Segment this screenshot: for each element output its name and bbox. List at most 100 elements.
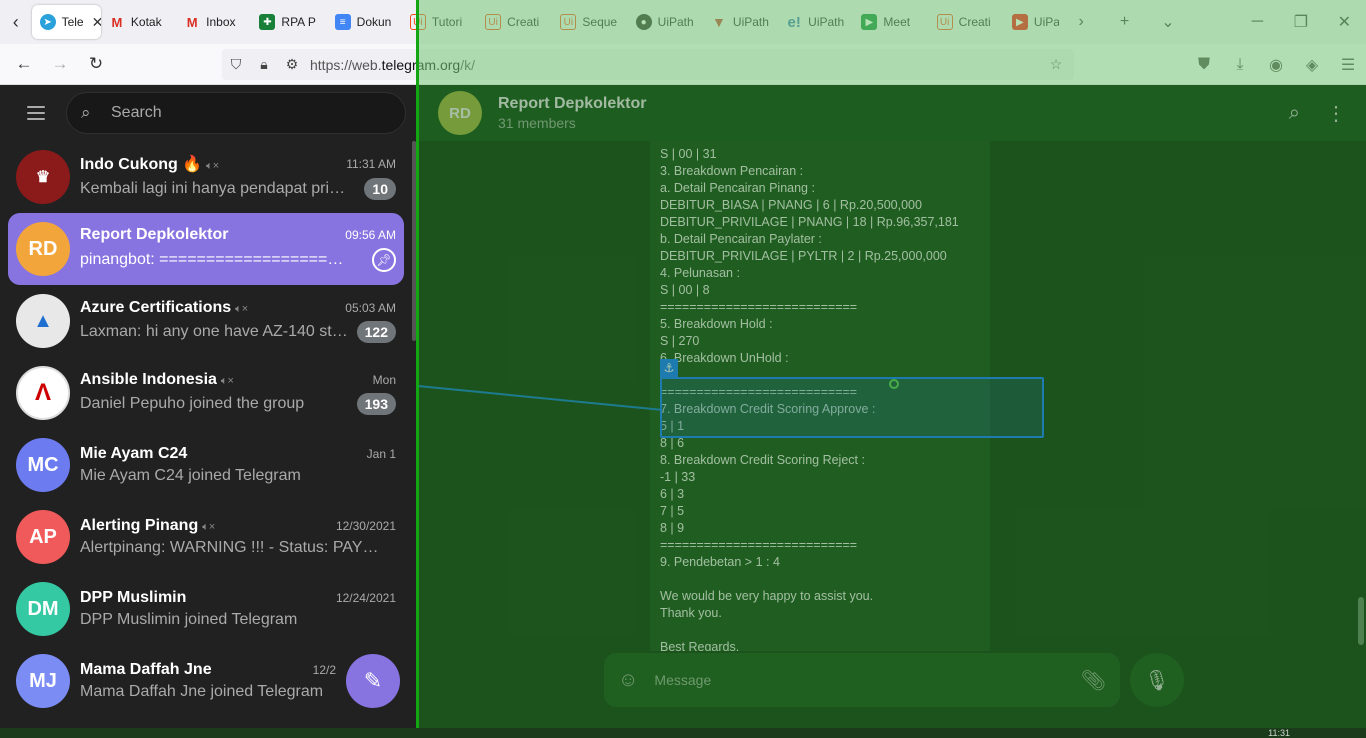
tab-label: UiPath [808,15,845,29]
chat-item-alerting-pinang[interactable]: AP Alerting Pinang 🔈︎× 12/30/2021 Alertpi… [8,501,404,573]
tab-kotak[interactable]: M Kotak [101,5,176,39]
url-text[interactable]: https://web.telegram.org/k/ [310,57,475,73]
taskbar [0,728,1366,738]
tab-creating[interactable]: Ui Creati [477,5,552,39]
chat-preview: Daniel Pepuho joined the group [80,395,305,412]
tab-uipath-v[interactable]: ▼ UiPath [703,5,778,39]
url-host: telegram.org [381,56,461,73]
chat-time: 11:31 AM [346,157,396,171]
chat-item-ansible-indonesia[interactable]: Λ Ansible Indonesia 🔈︎× Mon Daniel Pepuho… [8,357,404,429]
address-bar[interactable]: ⛉ 🔒︎ ⚙︎ https://web.telegram.org/k/ ☆ [222,49,1074,80]
pocket-icon[interactable]: ⛊ [1186,56,1222,74]
tab-uipath-github[interactable]: ● UiPath [628,5,703,39]
search-icon[interactable]: ⌕ [1289,102,1300,125]
tab-label: Creati [507,15,540,29]
message-line: 3. Breakdown Pencairan : [660,164,804,178]
chat-item-indo-cukong[interactable]: ♛ Indo Cukong 🔥 🔈︎× 11:31 AM Kembali lagi… [8,141,404,213]
tab-scroll-right-icon[interactable]: › [1059,13,1102,31]
emoji-icon[interactable]: ☺ [618,669,638,692]
restore-icon[interactable]: ❐ [1279,12,1322,32]
uipath-icon: Ui [485,14,502,30]
tab-meet[interactable]: ▶ Meet [853,5,928,39]
chat-item-mie-ayam[interactable]: MC Mie Ayam C24 Jan 1 Mie Ayam C24 joine… [8,429,404,501]
message-line: =========================== [660,538,858,552]
microphone-icon: 🎙︎ [1144,669,1170,692]
chat-header[interactable]: RD Report Depkolektor 31 members ⌕ ⋮ [418,85,1366,141]
microphone-button[interactable]: 🎙︎ [1130,653,1184,707]
avatar: RD [16,222,70,276]
chat-item-mama-daffah[interactable]: MJ Mama Daffah Jne 12/2 Mama Daffah Jne … [8,645,404,717]
download-icon[interactable]: ⤓ [1222,56,1258,74]
tab-scroll-left-icon[interactable]: ‹ [0,0,32,44]
bookmark-star-icon[interactable]: ☆ [1042,56,1070,73]
navigation-bar: ← → ↻ ⛉ 🔒︎ ⚙︎ https://web.telegram.org/k… [0,44,1366,85]
minimize-icon[interactable]: ─ [1236,13,1279,31]
toolbar-right: ⛊ ⤓ ◉ ◈ ☰ [1186,44,1366,85]
search-input[interactable]: ⌕ Search [66,92,406,134]
message-input[interactable]: Message [654,672,1080,688]
message-line [660,622,980,639]
tab-youtube[interactable]: ▶ UiPa [1004,5,1059,39]
chat-time: 05:03 AM [345,301,396,315]
tab-sequence[interactable]: Ui Seque [552,5,627,39]
tab-uipath-e[interactable]: e! UiPath [778,5,853,39]
permissions-icon[interactable]: ⚙︎ [278,56,306,73]
chat-name: Mie Ayam C24 [80,445,188,462]
unread-badge: 193 [356,393,396,415]
selection-box[interactable] [660,377,1044,438]
more-options-icon[interactable]: ⋮ [1326,101,1346,126]
chat-name: Azure Certifications [80,299,232,316]
chat-time: Mon [372,373,396,387]
chat-item-dpp-muslimin[interactable]: DM DPP Muslimin 12/24/2021 DPP Muslimin … [8,573,404,645]
pin-icon: 📌︎ [372,248,396,272]
chat-time: 12/24/2021 [335,591,396,605]
tab-creating-2[interactable]: Ui Creati [929,5,1004,39]
tab-inbox[interactable]: M Inbox [176,5,251,39]
tab-dokumen[interactable]: ≡ Dokun [327,5,402,39]
chat-name: Report Depkolektor [80,226,229,243]
message-line [660,571,980,588]
tab-label: Seque [582,15,618,29]
chat-preview: Laxman: hi any one have AZ-140 study [80,323,350,340]
telegram-icon: ➤ [39,14,56,30]
tab-label: UiPath [732,15,769,29]
forward-icon[interactable]: → [42,54,78,74]
tab-list-icon[interactable]: ⌄ [1146,12,1189,32]
back-icon[interactable]: ← [6,54,42,74]
new-tab-icon[interactable]: + [1103,13,1146,31]
message-line: 8. Breakdown Credit Scoring Reject : [660,453,865,467]
anchor-icon[interactable]: ⚓︎ [660,359,678,377]
chat-scrollbar[interactable] [1358,597,1364,645]
muted-icon: 🔈︎× [206,160,220,172]
tab-telegram[interactable]: ➤ Tele ✕ [31,5,101,39]
rotate-handle[interactable] [889,379,899,389]
chat-item-azure-certifications[interactable]: ▲ Azure Certifications 🔈︎× 05:03 AM Laxma… [8,285,404,357]
muted-icon: 🔈︎× [202,521,216,533]
hamburger-menu-icon[interactable] [12,93,60,133]
message-line: 5. Breakdown Hold : [660,317,773,331]
muted-icon: 🔈︎× [220,375,234,387]
group-avatar[interactable]: RD [438,91,482,135]
attach-icon[interactable]: 📎︎ [1081,668,1106,693]
tab-tutorial[interactable]: Ui Tutori [402,5,477,39]
split-divider [416,0,419,738]
tab-label: Tele [61,15,84,29]
tab-rpa[interactable]: ✚ RPA P [251,5,326,39]
chat-item-report-depkolektor[interactable]: RD Report Depkolektor 09:56 AM pinangbot… [8,213,404,285]
extension-eye-icon[interactable]: ◈ [1294,55,1330,75]
window-close-icon[interactable]: ✕ [1323,12,1366,32]
app-menu-icon[interactable]: ☰ [1330,55,1366,75]
reload-icon[interactable]: ↻ [78,54,114,74]
shield-icon[interactable]: ⛉ [222,56,250,73]
close-icon[interactable]: ✕ [92,14,101,31]
message-composer[interactable]: ☺ Message 📎︎ [604,653,1120,707]
new-message-button[interactable]: ✎ [346,654,400,708]
message-line: DEBITUR_PRIVILAGE | PNANG | 18 | Rp.96,3… [660,215,959,229]
lock-icon[interactable]: 🔒︎ [250,56,278,73]
message-line: a. Detail Pencairan Pinang : [660,181,815,195]
browser-tab-strip: ‹ ➤ Tele ✕ M Kotak M Inbox ✚ RPA P ≡ Dok… [0,0,1366,44]
message-line: b. Detail Pencairan Paylater : [660,232,822,246]
message-line: 6 | 3 [660,487,685,501]
extension-1password-icon[interactable]: ◉ [1258,55,1294,75]
chat-title[interactable]: Report Depkolektor [498,95,646,113]
